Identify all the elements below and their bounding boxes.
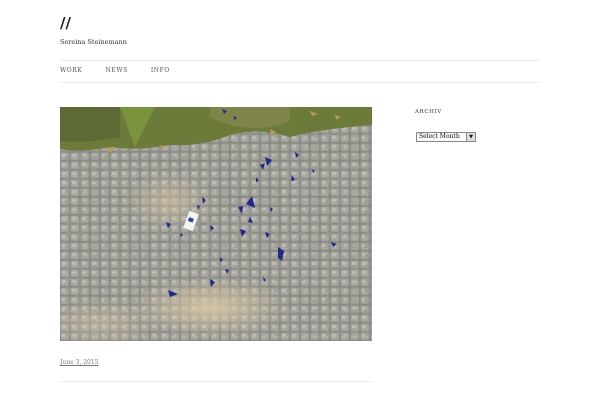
post-divider — [60, 381, 372, 382]
header-divider-top — [60, 60, 540, 61]
post-date-link[interactable]: June 3, 2015 — [60, 359, 99, 366]
archive-month-select[interactable]: Select Month ▼ — [416, 132, 476, 142]
chevron-down-icon: ▼ — [466, 133, 475, 141]
site-title[interactable]: // — [60, 14, 71, 32]
nav-item-work[interactable]: WORK — [60, 67, 83, 74]
nav-item-info[interactable]: INFO — [151, 67, 170, 74]
archive-widget-title: ARCHIV — [415, 109, 442, 115]
nav-item-news[interactable]: NEWS — [106, 67, 128, 74]
header-divider-bottom — [60, 82, 540, 83]
cobblestone-photo — [60, 107, 372, 341]
archive-select-value: Select Month — [419, 133, 460, 140]
site-description: Sereina Steinemann — [60, 38, 127, 46]
post-image[interactable] — [60, 107, 372, 341]
main-navigation: WORK NEWS INFO — [60, 67, 193, 74]
